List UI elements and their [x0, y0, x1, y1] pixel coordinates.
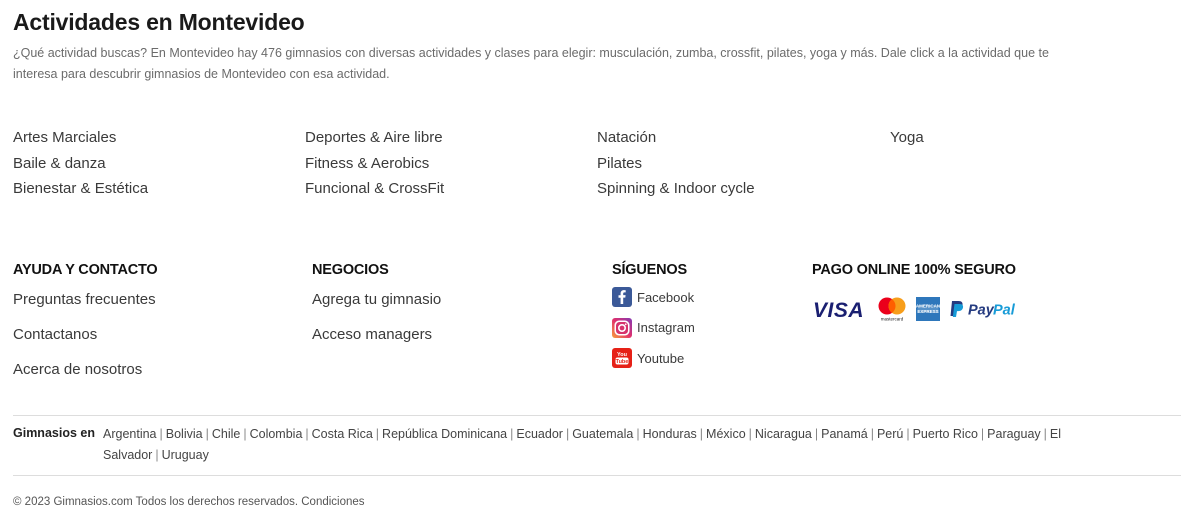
separator: |: [870, 427, 874, 441]
youtube-link[interactable]: You Tube Youtube: [612, 348, 695, 368]
activities-column-2: Deportes & Aire libre Fitness & Aerobics…: [305, 125, 444, 202]
svg-text:Pal: Pal: [993, 303, 1016, 319]
youtube-label: Youtube: [637, 350, 685, 366]
country-link[interactable]: Nicaragua: [755, 427, 812, 441]
add-gym-link[interactable]: Agrega tu gimnasio: [312, 290, 441, 310]
country-link[interactable]: Paraguay: [987, 427, 1041, 441]
page-description: ¿Qué actividad buscas? En Montevideo hay…: [13, 46, 1049, 81]
separator: |: [159, 427, 163, 441]
activity-link[interactable]: Funcional & CrossFit: [305, 176, 444, 202]
svg-text:Pay: Pay: [968, 303, 995, 319]
mastercard-icon: mastercard: [876, 296, 908, 322]
country-link[interactable]: Uruguay: [162, 448, 209, 462]
country-link[interactable]: México: [706, 427, 746, 441]
svg-text:mastercard: mastercard: [881, 317, 904, 322]
activities-column-3: Natación Pilates Spinning & Indoor cycle: [597, 125, 755, 202]
copyright-text: © 2023 Gimnasios.com Todos los derechos …: [13, 496, 299, 508]
activity-link[interactable]: Bienestar & Estética: [13, 176, 148, 202]
footer-help-section: AYUDA Y CONTACTO Preguntas frecuentes Co…: [13, 262, 158, 380]
payment-methods: VISA mastercard AMERICAN EXPRESS Pay Pal: [812, 296, 1030, 322]
footer-divider-bottom: [13, 475, 1181, 476]
country-link[interactable]: Colombia: [250, 427, 303, 441]
separator: |: [510, 427, 514, 441]
country-link[interactable]: Guatemala: [572, 427, 633, 441]
activities-column-1: Artes Marciales Baile & danza Bienestar …: [13, 125, 148, 202]
separator: |: [305, 427, 309, 441]
activity-link[interactable]: Deportes & Aire libre: [305, 125, 444, 151]
activities-column-4: Yoga: [890, 125, 924, 151]
amex-icon: AMERICAN EXPRESS: [916, 297, 940, 321]
instagram-link[interactable]: Instagram: [612, 317, 695, 338]
activity-link[interactable]: Spinning & Indoor cycle: [597, 176, 755, 202]
separator: |: [375, 427, 380, 441]
footer-social-section: SÍGUENOS Facebook Instagram You Tube Yout…: [612, 262, 695, 379]
svg-text:AMERICAN: AMERICAN: [916, 304, 940, 309]
footer-business-section: NEGOCIOS Agrega tu gimnasio Acceso manag…: [312, 262, 441, 345]
footer-payment-section: PAGO ONLINE 100% SEGURO VISA mastercard …: [812, 262, 1030, 322]
svg-text:Tube: Tube: [616, 359, 629, 365]
copyright: © 2023 Gimnasios.com Todos los derechos …: [13, 496, 365, 508]
footer-social-heading: SÍGUENOS: [612, 262, 687, 278]
activity-link[interactable]: Fitness & Aerobics: [305, 151, 444, 177]
footer-divider-top: [13, 415, 1181, 416]
separator: |: [205, 427, 209, 441]
footer-help-heading: AYUDA Y CONTACTO: [13, 262, 158, 278]
country-link[interactable]: Honduras: [643, 427, 697, 441]
paypal-icon: Pay Pal: [948, 298, 1022, 320]
svg-text:VISA: VISA: [813, 299, 864, 320]
country-link[interactable]: República Dominicana: [382, 427, 507, 441]
instagram-label: Instagram: [637, 320, 695, 335]
separator: |: [906, 427, 910, 441]
country-link[interactable]: Puerto Rico: [913, 427, 978, 441]
managers-login-link[interactable]: Acceso managers: [312, 325, 441, 345]
country-link[interactable]: Argentina: [103, 427, 157, 441]
separator: |: [565, 427, 570, 441]
country-link[interactable]: Costa Rica: [312, 427, 373, 441]
footer-payment-heading: PAGO ONLINE 100% SEGURO: [812, 262, 1016, 278]
activity-link[interactable]: Artes Marciales: [13, 125, 148, 151]
country-link[interactable]: Panamá: [821, 427, 868, 441]
page-title: Actividades en Montevideo: [13, 9, 305, 35]
separator: |: [155, 448, 159, 462]
faq-link[interactable]: Preguntas frecuentes: [13, 290, 158, 310]
about-link[interactable]: Acerca de nosotros: [13, 360, 158, 380]
country-link[interactable]: Bolivia: [166, 427, 203, 441]
country-link[interactable]: Ecuador: [516, 427, 563, 441]
facebook-icon: [612, 287, 632, 307]
svg-text:EXPRESS: EXPRESS: [917, 309, 938, 314]
activity-link[interactable]: Yoga: [890, 125, 924, 151]
separator: |: [243, 427, 247, 441]
countries-list: Argentina | Bolivia | Chile | Colombia | Costa R…: [103, 424, 1163, 466]
terms-link[interactable]: Condiciones: [301, 496, 364, 508]
separator: |: [1043, 427, 1047, 441]
facebook-link[interactable]: Facebook: [612, 287, 695, 307]
youtube-icon: You Tube: [612, 348, 632, 368]
visa-icon: VISA: [812, 298, 868, 320]
country-link[interactable]: Chile: [212, 427, 241, 441]
separator: |: [699, 427, 704, 441]
facebook-label: Facebook: [637, 289, 695, 305]
activity-link[interactable]: Baile & danza: [13, 151, 148, 177]
activity-link[interactable]: Pilates: [597, 151, 755, 177]
separator: |: [748, 427, 752, 441]
separator: |: [980, 427, 985, 441]
separator: |: [636, 427, 640, 441]
social-list: Facebook Instagram You Tube Youtube: [612, 287, 695, 368]
footer-business-heading: NEGOCIOS: [312, 262, 389, 278]
separator: |: [814, 427, 819, 441]
countries-label: Gimnasios en: [13, 426, 95, 440]
instagram-icon: [612, 317, 632, 338]
activity-link[interactable]: Natación: [597, 125, 755, 151]
svg-text:You: You: [617, 352, 627, 358]
country-link[interactable]: Perú: [877, 427, 903, 441]
contact-link[interactable]: Contactanos: [13, 325, 158, 345]
